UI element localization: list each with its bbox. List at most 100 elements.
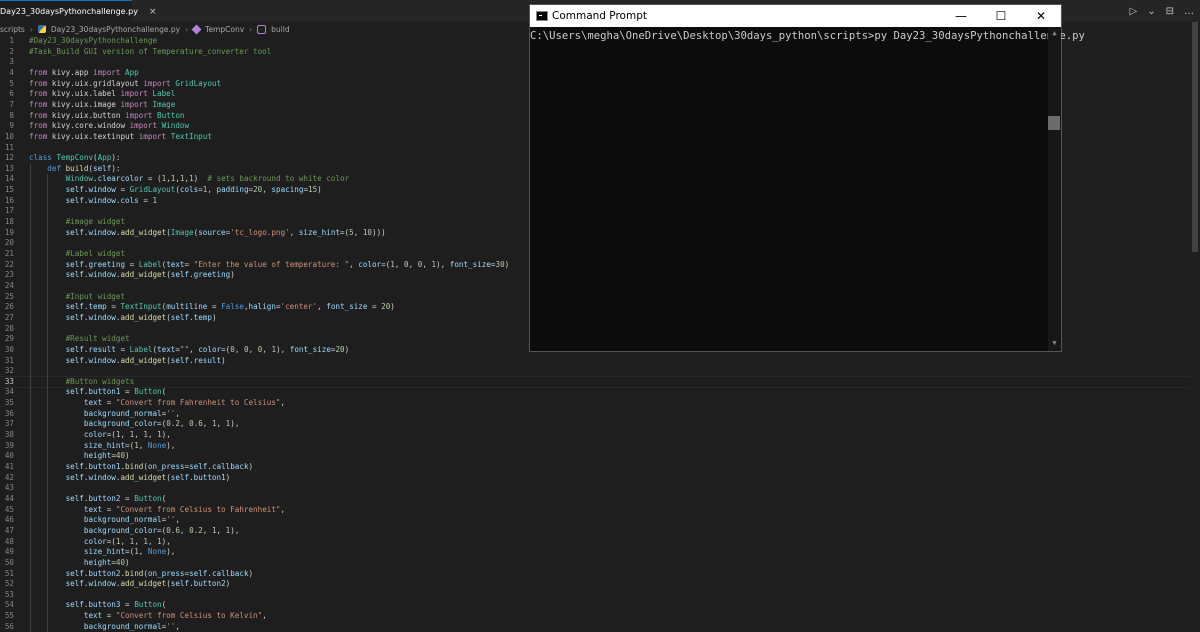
- line-number: 3: [9, 57, 14, 67]
- code-line[interactable]: 50 height=40): [0, 558, 1190, 569]
- editor-scrollbar[interactable]: [1190, 22, 1200, 625]
- prompt-line: C:\Users\megha\OneDrive\Desktop\30days_p…: [530, 30, 1085, 42]
- line-number: 5: [9, 78, 14, 88]
- more-actions-icon[interactable]: …: [1184, 6, 1194, 17]
- breadcrumb-file[interactable]: Day23_30daysPythonchallenge.py: [51, 25, 180, 34]
- window-title: Command Prompt: [552, 10, 647, 22]
- line-number: 43: [4, 483, 14, 493]
- code-text: Window.clearcolor = (1,1,1,1) # sets bac…: [65, 174, 350, 184]
- code-line[interactable]: 49 size_hint=(1, None),: [0, 547, 1190, 558]
- breadcrumb-class[interactable]: TempConv: [205, 25, 244, 34]
- line-number: 25: [4, 291, 14, 301]
- code-text: self.window.add_widget(self.button1): [65, 472, 231, 482]
- scroll-down-icon[interactable]: ▼: [1048, 337, 1061, 349]
- code-text: self.window = GridLayout(cols=1, padding…: [65, 185, 322, 195]
- code-text: #Input widget: [65, 291, 126, 301]
- window-titlebar[interactable]: Command Prompt — ☐ ✕: [530, 5, 1061, 27]
- code-text: background_color=(0.2, 0.6, 1, 1),: [83, 419, 240, 429]
- code-text: #Day23_30daysPythonchallenge: [29, 36, 158, 45]
- code-line[interactable]: 47 background_color=(0.6, 0.2, 1, 1),: [0, 526, 1190, 537]
- code-line[interactable]: 51 self.button2.bind(on_press=self.callb…: [0, 569, 1190, 580]
- scrollbar-thumb[interactable]: [1192, 22, 1198, 252]
- code-line[interactable]: 56 background_normal='',: [0, 622, 1190, 632]
- code-line[interactable]: 35 text = "Convert from Fahrenheit to Ce…: [0, 398, 1190, 409]
- line-number: 1: [9, 36, 14, 45]
- scrollbar-thumb[interactable]: [1048, 116, 1060, 130]
- tab-active-file[interactable]: Day23_30daysPythonchallenge.py ×: [0, 0, 156, 22]
- code-text: #Task_Build GUI version of Temperature_c…: [29, 46, 272, 56]
- code-text: background_color=(0.6, 0.2, 1, 1),: [83, 525, 240, 535]
- code-line[interactable]: 33 #Button widgets: [0, 375, 1191, 389]
- line-number: 37: [4, 419, 14, 429]
- maximize-button[interactable]: ☐: [981, 5, 1021, 27]
- command-prompt-window[interactable]: Command Prompt — ☐ ✕ C:\Users\megha\OneD…: [529, 4, 1085, 354]
- line-number: 14: [4, 174, 14, 184]
- line-number: 9: [9, 121, 14, 131]
- run-icon[interactable]: ▷: [1130, 6, 1138, 17]
- code-text: self.result = Label(text="", color=(0, 0…: [65, 344, 350, 354]
- chevron-down-icon[interactable]: ⌄: [1147, 6, 1155, 17]
- code-line[interactable]: 45 text = "Convert from Celsius to Fahre…: [0, 505, 1190, 516]
- terminal-scrollbar[interactable]: ▲ ▼: [1048, 27, 1061, 351]
- line-number: 35: [4, 398, 14, 408]
- class-icon: [191, 24, 202, 34]
- minimize-button[interactable]: —: [941, 5, 981, 27]
- code-text: class TempConv(App):: [29, 153, 121, 163]
- split-editor-icon[interactable]: ⊟: [1166, 6, 1174, 17]
- line-number: 41: [4, 462, 14, 471]
- code-line[interactable]: 54 self.button3 = Button(: [0, 600, 1190, 611]
- code-line[interactable]: 38 color=(1, 1, 1, 1),: [0, 430, 1190, 441]
- line-number: 51: [4, 568, 14, 578]
- code-text: background_normal='',: [83, 621, 180, 631]
- code-line[interactable]: 42 self.window.add_widget(self.button1): [0, 473, 1190, 484]
- code-line[interactable]: 36 background_normal='',: [0, 409, 1190, 420]
- close-button[interactable]: ✕: [1021, 5, 1061, 27]
- code-line[interactable]: 48 color=(1, 1, 1, 1),: [0, 537, 1190, 548]
- window-controls: — ☐ ✕: [941, 5, 1061, 27]
- line-number: 6: [9, 89, 14, 99]
- code-text: #image widget: [65, 217, 126, 227]
- code-line[interactable]: 39 size_hint=(1, None),: [0, 441, 1190, 452]
- line-number: 40: [4, 451, 14, 461]
- code-line[interactable]: 46 background_normal='',: [0, 515, 1190, 526]
- line-number: 10: [4, 131, 14, 141]
- close-icon[interactable]: ×: [149, 7, 157, 17]
- code-text: self.button1.bind(on_press=self.callback…: [65, 462, 254, 471]
- code-text: from kivy.uix.textinput import TextInput: [29, 131, 212, 141]
- line-number: 32: [4, 366, 14, 376]
- code-text: #Label widget: [65, 249, 126, 258]
- code-line[interactable]: 52 self.window.add_widget(self.button2): [0, 579, 1190, 590]
- code-line[interactable]: 55 text = "Convert from Celsius to Kelvi…: [0, 611, 1190, 622]
- breadcrumb-method[interactable]: build: [271, 25, 289, 34]
- code-text: self.window.add_widget(Image(source='tc_…: [65, 227, 386, 237]
- code-text: self.temp = TextInput(multiline = False,…: [65, 302, 395, 312]
- code-line[interactable]: 32: [0, 366, 1190, 377]
- code-line[interactable]: 37 background_color=(0.2, 0.6, 1, 1),: [0, 419, 1190, 430]
- line-number: 31: [4, 355, 14, 365]
- line-number: 53: [4, 589, 14, 599]
- terminal-output[interactable]: C:\Users\megha\OneDrive\Desktop\30days_p…: [530, 27, 1085, 354]
- code-line[interactable]: 34 self.button1 = Button(: [0, 387, 1190, 398]
- code-text: self.button3 = Button(: [65, 600, 167, 610]
- line-number: 27: [4, 312, 14, 322]
- code-line[interactable]: 43: [0, 483, 1190, 494]
- line-number: 44: [4, 493, 14, 503]
- code-text: text = "Convert from Celsius to Kelvin",: [83, 611, 267, 621]
- code-line[interactable]: 41 self.button1.bind(on_press=self.callb…: [0, 462, 1190, 473]
- line-number: 34: [4, 387, 14, 397]
- code-line[interactable]: 53: [0, 590, 1190, 601]
- code-text: height=40): [83, 557, 130, 567]
- code-line[interactable]: 44 self.button2 = Button(: [0, 494, 1190, 505]
- line-number: 30: [4, 344, 14, 354]
- line-number: 19: [4, 227, 14, 237]
- breadcrumb-folder[interactable]: scripts: [0, 25, 25, 34]
- line-number: 26: [4, 302, 14, 312]
- code-text: self.button2.bind(on_press=self.callback…: [65, 568, 254, 578]
- code-text: from kivy.app import App: [29, 67, 139, 77]
- code-text: background_normal='',: [83, 408, 180, 418]
- scroll-up-icon[interactable]: ▲: [1048, 27, 1061, 39]
- code-line[interactable]: 31 self.window.add_widget(self.result): [0, 356, 1190, 367]
- code-line[interactable]: 40 height=40): [0, 451, 1190, 462]
- line-number: 29: [4, 334, 14, 344]
- line-number: 20: [4, 238, 14, 248]
